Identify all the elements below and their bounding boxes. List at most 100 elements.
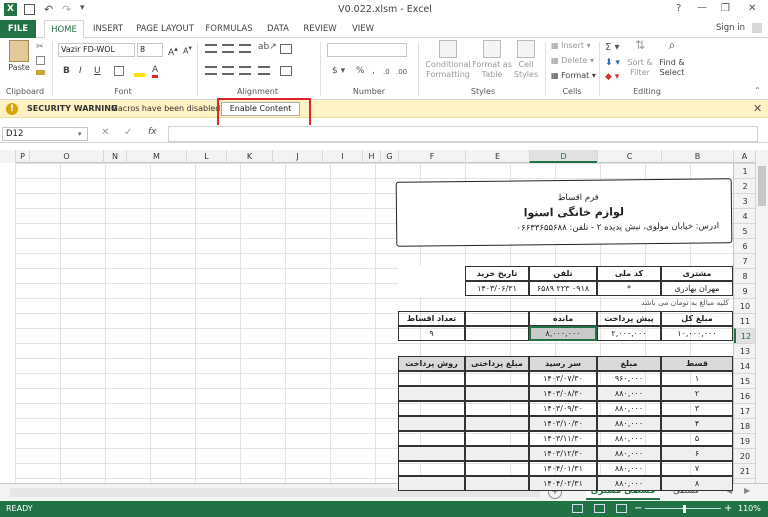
row-header-5[interactable]: 5 (734, 223, 756, 238)
installment-cell[interactable]: ۶ (661, 446, 733, 461)
row-header-11[interactable]: 11 (734, 313, 756, 328)
summary-value-cell[interactable]: ۹ (398, 326, 465, 341)
installment-cell[interactable] (398, 371, 465, 386)
row-header-6[interactable]: 6 (734, 238, 756, 253)
fill-color-icon[interactable] (134, 73, 145, 77)
insert-function-icon[interactable]: fx (148, 127, 157, 137)
orientation-icon[interactable]: ab↗ (258, 42, 277, 52)
currency-icon[interactable]: $ ▾ (332, 66, 345, 76)
comma-icon[interactable]: , (372, 66, 375, 76)
grow-font-icon[interactable]: A▴ (168, 44, 178, 58)
column-header-h[interactable]: H (362, 150, 380, 163)
installment-cell[interactable]: ۷ (661, 461, 733, 476)
installment-cell[interactable]: ۱۴۰۳/۰۸/۳۰ (529, 386, 597, 401)
installment-cell[interactable] (465, 386, 529, 401)
find-select-button[interactable]: ⌕ Find & Select (656, 39, 688, 78)
installment-cell[interactable]: ۱۴۰۴/۰۲/۳۱ (529, 476, 597, 491)
row-header-15[interactable]: 15 (734, 373, 756, 388)
installment-cell[interactable]: ۵ (661, 431, 733, 446)
name-box[interactable]: D12 (2, 127, 88, 141)
redo-icon[interactable]: ↷ (62, 3, 71, 16)
format-cells-button[interactable]: ▦ Format ▾ (551, 71, 596, 80)
installment-cell[interactable]: ۸۸۰,۰۰۰ (597, 461, 661, 476)
font-color-icon[interactable]: A (152, 65, 159, 78)
installment-cell[interactable] (398, 431, 465, 446)
installment-cell[interactable]: ۸ (661, 476, 733, 491)
installment-cell[interactable]: ۲ (661, 386, 733, 401)
row-header-14[interactable]: 14 (734, 358, 756, 373)
cancel-formula-icon[interactable]: ✕ (101, 127, 109, 138)
customer-value-cell[interactable]: * (597, 281, 661, 296)
installment-cell[interactable]: ۱۴۰۳/۰۷/۳۰ (529, 371, 597, 386)
vertical-scrollbar[interactable] (755, 150, 768, 483)
decrease-decimal-icon[interactable]: .00 (396, 68, 407, 76)
installment-cell[interactable] (398, 386, 465, 401)
customer-header-cell[interactable]: کد ملی (597, 266, 661, 281)
row-header-9[interactable]: 9 (734, 283, 756, 298)
row-header-3[interactable]: 3 (734, 193, 756, 208)
top-align-icon[interactable] (205, 44, 217, 53)
conditional-formatting-button[interactable]: Conditional Formatting (424, 40, 472, 80)
installment-cell[interactable]: ۱۴۰۴/۰۱/۳۱ (529, 461, 597, 476)
customer-value-cell[interactable]: مهران بهادری (661, 281, 733, 296)
installment-cell[interactable]: ۸۸۰,۰۰۰ (597, 476, 661, 491)
installment-cell[interactable]: ۸۸۰,۰۰۰ (597, 416, 661, 431)
zoom-in-icon[interactable]: + (724, 501, 732, 517)
zoom-out-icon[interactable]: − (634, 501, 642, 517)
format-painter-icon[interactable] (36, 70, 45, 75)
installment-header-cell[interactable]: روش پرداخت (398, 356, 465, 371)
installment-cell[interactable] (465, 416, 529, 431)
page-break-view-icon[interactable] (616, 504, 627, 513)
installment-cell[interactable]: ۱۴۰۳/۰۹/۳۰ (529, 401, 597, 416)
page-layout-view-icon[interactable] (594, 504, 605, 513)
italic-icon[interactable]: I (79, 66, 82, 76)
installment-cell[interactable]: ۱۴۰۳/۱۲/۳۰ (529, 446, 597, 461)
tab-file[interactable]: FILE (0, 20, 36, 38)
shrink-font-icon[interactable]: A▾ (183, 44, 192, 56)
summary-value-cell[interactable] (465, 326, 529, 341)
formula-input[interactable] (168, 126, 758, 142)
column-header-j[interactable]: J (272, 150, 322, 163)
installment-cell[interactable] (398, 476, 465, 491)
summary-header-cell[interactable]: تعداد اقساط (398, 311, 465, 326)
restore-icon[interactable]: ❐ (721, 3, 730, 14)
installment-cell[interactable]: ۸۸۰,۰۰۰ (597, 446, 661, 461)
column-header-n[interactable]: N (103, 150, 126, 163)
row-header-10[interactable]: 10 (734, 298, 756, 313)
column-header-m[interactable]: M (126, 150, 186, 163)
format-as-table-button[interactable]: Format as Table (472, 40, 512, 80)
font-name-combo[interactable]: Vazir FD-WOL (58, 43, 135, 57)
column-header-i[interactable]: I (322, 150, 362, 163)
clear-icon[interactable]: ◆ ▾ (605, 72, 619, 82)
close-warning-icon[interactable]: ✕ (753, 102, 762, 115)
row-header-2[interactable]: 2 (734, 178, 756, 193)
installment-cell[interactable] (398, 446, 465, 461)
delete-cells-button[interactable]: ▦ Delete ▾ (551, 56, 594, 65)
customer-header-cell[interactable]: تاریخ خرید (465, 266, 529, 281)
installment-cell[interactable]: ۸۸۰,۰۰۰ (597, 431, 661, 446)
row-header-8[interactable]: 8 (734, 268, 756, 283)
summary-header-cell[interactable] (465, 311, 529, 326)
row-header-18[interactable]: 18 (734, 418, 756, 433)
installment-cell[interactable] (465, 431, 529, 446)
summary-header-cell[interactable]: پیش پرداخت (597, 311, 661, 326)
row-header-4[interactable]: 4 (734, 208, 756, 223)
scroll-thumb[interactable] (758, 166, 766, 206)
paste-button[interactable]: Paste (5, 40, 33, 73)
column-header-d[interactable]: D (529, 150, 597, 163)
installment-cell[interactable] (465, 476, 529, 491)
column-header-o[interactable]: O (29, 150, 103, 163)
wrap-text-icon[interactable] (280, 44, 292, 54)
center-icon[interactable] (222, 66, 234, 75)
middle-align-icon[interactable] (222, 44, 234, 53)
column-header-l[interactable]: L (186, 150, 226, 163)
enable-content-button[interactable]: Enable Content (221, 102, 300, 116)
undo-icon[interactable]: ↶ (44, 3, 53, 16)
summary-header-cell[interactable]: مبلغ کل (661, 311, 733, 326)
sort-filter-button[interactable]: ⇅ Sort & Filter (626, 39, 654, 78)
font-size-combo[interactable]: 8 (137, 43, 163, 57)
installment-cell[interactable] (398, 416, 465, 431)
installment-cell[interactable] (465, 461, 529, 476)
bold-icon[interactable]: B (63, 66, 70, 76)
number-format-combo[interactable] (327, 43, 407, 57)
